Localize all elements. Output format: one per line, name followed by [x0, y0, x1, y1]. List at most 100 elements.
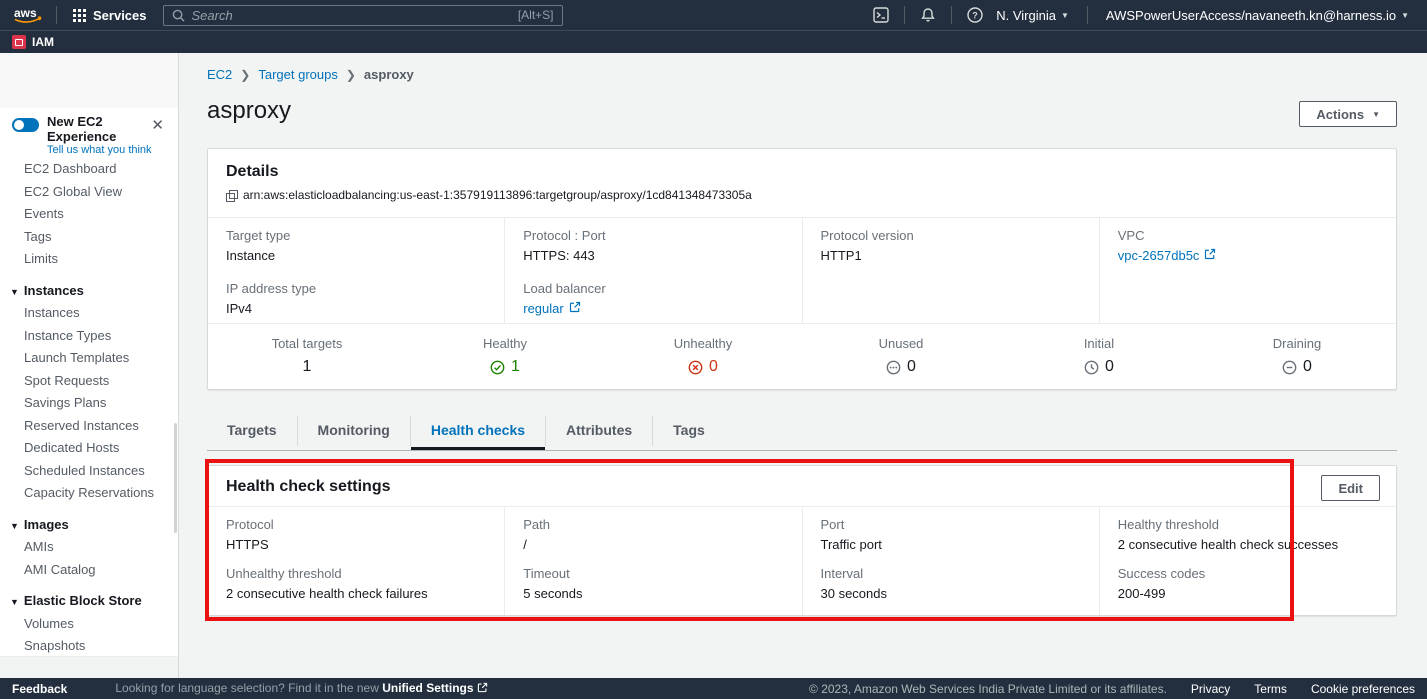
triangle-down-icon: ▼ [10, 521, 19, 531]
sidebar-item-scheduled-instances[interactable]: Scheduled Instances [0, 460, 178, 483]
language-hint: Looking for language selection? Find it … [115, 681, 488, 696]
external-link-icon [477, 682, 488, 696]
global-search[interactable]: [Alt+S] [163, 5, 563, 26]
divider [951, 6, 952, 24]
privacy-link[interactable]: Privacy [1191, 682, 1230, 696]
sidebar-item-snapshots[interactable]: Snapshots [0, 635, 178, 658]
external-link-icon [1204, 248, 1216, 263]
stat-healthy: Healthy 1 [406, 324, 604, 389]
close-icon[interactable]: ✕ [151, 118, 164, 133]
feedback-button[interactable]: Feedback [12, 682, 67, 696]
search-icon [172, 9, 185, 22]
sidebar-item-reserved-instances[interactable]: Reserved Instances [0, 415, 178, 438]
notifications-bell-icon[interactable] [915, 4, 941, 26]
sidebar-item-instance-types[interactable]: Instance Types [0, 325, 178, 348]
vpc-link[interactable]: vpc-2657db5c [1118, 248, 1378, 263]
account-menu[interactable]: AWSPowerUserAccess/navaneeth.kn@harness.… [1098, 8, 1417, 23]
stat-draining: Draining 0 [1198, 324, 1396, 389]
sidebar-item-volumes[interactable]: Volumes [0, 613, 178, 636]
sidebar-item-dedicated-hosts[interactable]: Dedicated Hosts [0, 437, 178, 460]
sidebar-top-strip [0, 53, 178, 108]
sidebar-item-launch-templates[interactable]: Launch Templates [0, 347, 178, 370]
divider [1087, 6, 1088, 24]
target-group-arn: arn:aws:elasticloadbalancing:us-east-1:3… [243, 188, 752, 202]
sidebar-item-ec2-dashboard[interactable]: EC2 Dashboard [0, 158, 178, 181]
sidebar-item-capacity-reservations[interactable]: Capacity Reservations [0, 482, 178, 505]
services-grid-icon [73, 9, 86, 22]
load-balancer-link[interactable]: regular [523, 301, 783, 316]
field-vpc: VPC vpc-2657db5c [1100, 217, 1396, 270]
search-input[interactable] [192, 8, 518, 23]
unified-settings-link[interactable]: Unified Settings [382, 681, 473, 695]
tab-bar: Targets Monitoring Health checks Attribu… [207, 412, 1397, 451]
tab-monitoring[interactable]: Monitoring [298, 412, 410, 450]
region-selector[interactable]: N. Virginia▼ [988, 8, 1077, 23]
field-protocol-version: Protocol version HTTP1 [803, 217, 1099, 270]
health-check-settings-title: Health check settings [226, 478, 1378, 496]
copyright-text: © 2023, Amazon Web Services India Privat… [809, 682, 1167, 696]
stat-unhealthy: Unhealthy 0 [604, 324, 802, 389]
unused-ellipsis-icon [886, 360, 901, 375]
chevron-right-icon: ❯ [240, 68, 250, 82]
sidebar-item-events[interactable]: Events [0, 203, 178, 226]
sidebar-item-amis[interactable]: AMIs [0, 536, 178, 559]
tab-tags[interactable]: Tags [653, 412, 725, 450]
stat-total-targets: Total targets 1 [208, 324, 406, 389]
tab-health-checks[interactable]: Health checks [411, 412, 545, 450]
breadcrumb-current: asproxy [364, 67, 414, 82]
services-label: Services [93, 8, 147, 23]
target-health-stats: Total targets 1 Healthy 1 Unhealthy 0 [208, 323, 1396, 389]
sidebar-section-elastic-block-store[interactable]: ▼Elastic Block Store [0, 590, 178, 613]
chevron-down-icon: ▼ [1401, 11, 1409, 20]
terms-link[interactable]: Terms [1254, 682, 1287, 696]
iam-shortcut[interactable]: IAM [12, 35, 54, 49]
sidebar-bottom-strip [0, 656, 178, 678]
breadcrumb: EC2 ❯ Target groups ❯ asproxy [207, 67, 414, 82]
unhealthy-x-icon [688, 360, 703, 375]
field-hc-timeout: Timeout 5 seconds [505, 555, 801, 604]
tab-targets[interactable]: Targets [207, 412, 297, 450]
sidebar-item-limits[interactable]: Limits [0, 248, 178, 271]
breadcrumb-target-groups[interactable]: Target groups [258, 67, 338, 82]
help-icon[interactable]: ? [962, 4, 988, 26]
footer-bar: Feedback Looking for language selection?… [0, 678, 1427, 699]
field-hc-success-codes: Success codes 200-499 [1100, 555, 1396, 604]
field-hc-healthy-threshold: Healthy threshold 2 consecutive health c… [1100, 506, 1396, 555]
actions-button[interactable]: Actions▼ [1299, 101, 1397, 127]
experience-title: New EC2 Experience [47, 114, 166, 144]
sidebar-item-savings-plans[interactable]: Savings Plans [0, 392, 178, 415]
copy-icon[interactable] [226, 190, 237, 201]
draining-minus-icon [1282, 360, 1297, 375]
new-ec2-experience-panel: New EC2 Experience Tell us what you thin… [0, 108, 178, 148]
field-hc-port: Port Traffic port [803, 506, 1099, 555]
cloudshell-icon[interactable] [868, 4, 894, 26]
field-hc-interval: Interval 30 seconds [803, 555, 1099, 604]
sidebar-scrollbar[interactable] [174, 423, 177, 533]
field-ip-address-type: IP address type IPv4 [208, 270, 504, 323]
sidebar-item-tags[interactable]: Tags [0, 226, 178, 249]
details-grid: Target type Instance IP address type IPv… [208, 217, 1396, 323]
health-check-settings-card: Health check settings Edit Protocol HTTP… [207, 465, 1397, 616]
sidebar-item-ami-catalog[interactable]: AMI Catalog [0, 559, 178, 582]
cookie-preferences-link[interactable]: Cookie preferences [1311, 682, 1415, 696]
breadcrumb-ec2[interactable]: EC2 [207, 67, 232, 82]
services-menu-button[interactable]: Services [67, 8, 153, 23]
sidebar-item-instances[interactable]: Instances [0, 302, 178, 325]
aws-logo[interactable]: aws [10, 4, 46, 26]
experience-feedback-link[interactable]: Tell us what you think [47, 144, 166, 156]
initial-clock-icon [1084, 360, 1099, 375]
sidebar-navigation: New EC2 Experience Tell us what you thin… [0, 53, 179, 678]
sidebar-section-instances[interactable]: ▼Instances [0, 280, 178, 303]
field-hc-path: Path / [505, 506, 801, 555]
new-experience-toggle[interactable] [12, 118, 39, 132]
sidebar-item-ec2-global-view[interactable]: EC2 Global View [0, 181, 178, 204]
sidebar-item-spot-requests[interactable]: Spot Requests [0, 370, 178, 393]
chevron-down-icon: ▼ [1372, 110, 1380, 119]
aws-console-screen: aws Services [A [0, 0, 1427, 699]
external-link-icon [569, 301, 581, 316]
tab-attributes[interactable]: Attributes [546, 412, 652, 450]
details-card: Details arn:aws:elasticloadbalancing:us-… [207, 148, 1397, 390]
main-content: EC2 ❯ Target groups ❯ asproxy asproxy Ac… [179, 53, 1427, 678]
sidebar-section-images[interactable]: ▼Images [0, 514, 178, 537]
edit-button[interactable]: Edit [1321, 475, 1380, 501]
